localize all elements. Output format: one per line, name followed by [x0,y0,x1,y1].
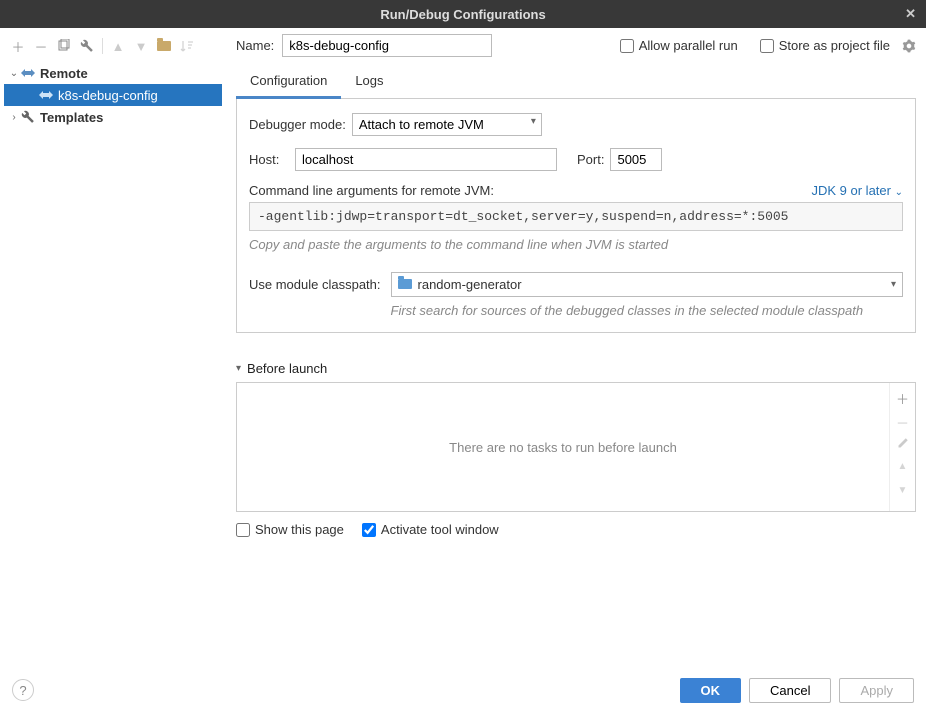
left-panel: ＋ － ▲ ▼ ⌄ Remote [0,28,226,668]
folder-icon [398,277,412,292]
window-title: Run/Debug Configurations [380,7,545,22]
port-label: Port: [577,152,604,167]
add-icon[interactable]: ＋ [896,389,909,407]
allow-parallel-checkbox[interactable]: Allow parallel run [620,38,738,53]
tab-logs[interactable]: Logs [341,67,397,98]
dialog-footer: ? OK Cancel Apply [0,668,926,712]
remove-icon[interactable]: － [31,36,51,56]
name-row: Name: Allow parallel run Store as projec… [236,34,916,57]
name-input[interactable] [282,34,492,57]
before-launch-section: ▾ Before launch There are no tasks to ru… [236,361,916,537]
down-icon[interactable]: ▼ [898,485,908,503]
cmdline-hint: Copy and paste the arguments to the comm… [249,237,903,252]
tree-node-templates[interactable]: › Templates [4,106,222,128]
tree-node-remote[interactable]: ⌄ Remote [4,62,222,84]
wrench-icon [20,109,36,125]
tree-label: Remote [40,66,88,81]
add-icon[interactable]: ＋ [8,36,28,56]
before-launch-empty: There are no tasks to run before launch [237,383,889,511]
gear-icon[interactable] [902,39,916,53]
configuration-panel: Debugger mode: Attach to remote JVM Host… [236,99,916,333]
sort-icon[interactable] [177,36,197,56]
up-icon[interactable]: ▲ [108,36,128,56]
debugger-mode-select[interactable]: Attach to remote JVM [352,113,542,136]
allow-parallel-input[interactable] [620,39,634,53]
activate-tool-window-checkbox[interactable]: Activate tool window [362,522,499,537]
store-project-checkbox[interactable]: Store as project file [760,38,890,53]
config-toolbar: ＋ － ▲ ▼ [4,34,222,62]
edit-icon[interactable] [77,36,97,56]
before-launch-title: Before launch [247,361,327,376]
before-launch-tools: ＋ － ▲ ▼ [889,383,915,511]
chevron-down-icon: ⌄ [8,68,20,79]
down-icon[interactable]: ▼ [131,36,151,56]
store-project-input[interactable] [760,39,774,53]
cmdline-label: Command line arguments for remote JVM: [249,183,494,198]
remove-icon[interactable]: － [896,413,909,431]
host-input[interactable] [295,148,557,171]
remote-icon [38,87,54,103]
module-value: random-generator [418,277,522,292]
module-classpath-select[interactable]: random-generator [391,272,903,297]
port-input[interactable] [610,148,662,171]
tree-label: k8s-debug-config [58,88,158,103]
show-this-page-checkbox[interactable]: Show this page [236,522,344,537]
close-icon[interactable]: ✕ [905,6,916,22]
chevron-right-icon: › [8,112,20,123]
cancel-button[interactable]: Cancel [749,678,831,703]
config-tree: ⌄ Remote k8s-debug-config › Templates [4,62,222,128]
tree-node-config[interactable]: k8s-debug-config [4,84,222,106]
up-icon[interactable]: ▲ [898,461,908,479]
titlebar: Run/Debug Configurations ✕ [0,0,926,28]
tabs: Configuration Logs [236,67,916,99]
tab-configuration[interactable]: Configuration [236,67,341,99]
chevron-down-icon: ⌄ [895,187,903,198]
ok-button[interactable]: OK [680,678,742,703]
help-icon[interactable]: ? [12,679,34,701]
apply-button[interactable]: Apply [839,678,914,703]
jdk-dropdown[interactable]: JDK 9 or later ⌄ [812,183,904,198]
host-label: Host: [249,152,289,167]
debugger-mode-label: Debugger mode: [249,117,346,132]
remote-icon [20,65,36,81]
cmdline-arguments[interactable]: -agentlib:jdwp=transport=dt_socket,serve… [249,202,903,231]
store-project-label: Store as project file [779,38,890,53]
edit-icon[interactable] [897,437,909,455]
show-this-page-input[interactable] [236,523,250,537]
show-this-page-label: Show this page [255,522,344,537]
folder-icon[interactable] [154,36,174,56]
name-label: Name: [236,38,274,53]
module-classpath-label: Use module classpath: [249,272,381,292]
activate-tool-window-input[interactable] [362,523,376,537]
allow-parallel-label: Allow parallel run [639,38,738,53]
before-launch-header[interactable]: ▾ Before launch [236,361,916,376]
tree-label: Templates [40,110,103,125]
copy-icon[interactable] [54,36,74,56]
activate-tool-window-label: Activate tool window [381,522,499,537]
chevron-down-icon: ▾ [236,363,241,374]
module-hint: First search for sources of the debugged… [391,303,903,318]
before-launch-body: There are no tasks to run before launch … [236,382,916,512]
right-panel: Name: Allow parallel run Store as projec… [226,28,926,668]
